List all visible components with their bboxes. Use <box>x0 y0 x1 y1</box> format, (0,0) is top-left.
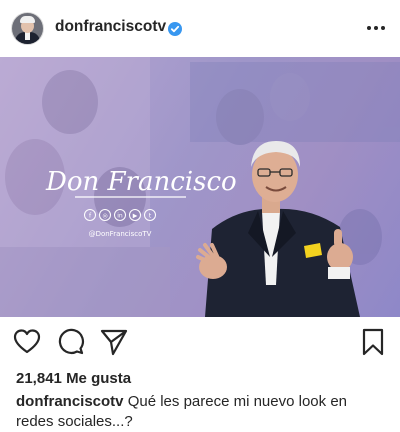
svg-text:◎: ◎ <box>102 213 107 220</box>
heart-icon[interactable] <box>12 327 42 357</box>
more-options-icon[interactable] <box>365 18 387 38</box>
comment-icon[interactable] <box>55 327 85 357</box>
caption-username[interactable]: donfranciscotv <box>16 393 124 410</box>
bookmark-icon[interactable] <box>358 327 388 357</box>
likes-number: 21,841 <box>16 370 62 387</box>
share-icon[interactable] <box>99 327 129 357</box>
svg-text:in: in <box>117 213 123 220</box>
svg-text:▶: ▶ <box>133 213 138 220</box>
username[interactable]: donfranciscotv <box>55 18 166 36</box>
post-image[interactable]: Don Francisco f ◎ in ▶ t @DonFranciscoTV <box>0 57 400 317</box>
logo-text: Don Francisco <box>45 167 237 197</box>
likes-label: Me gusta <box>66 370 132 387</box>
action-bar <box>0 327 400 361</box>
likes-count[interactable]: 21,841 Me gusta <box>16 370 131 387</box>
avatar[interactable] <box>12 13 43 44</box>
caption: donfranciscotv Qué les parece mi nuevo l… <box>16 392 386 432</box>
handle-text: @DonFranciscoTV <box>89 230 152 238</box>
svg-text:t: t <box>149 213 152 220</box>
post-header: donfranciscotv <box>0 0 400 57</box>
verified-badge-icon <box>168 22 182 36</box>
